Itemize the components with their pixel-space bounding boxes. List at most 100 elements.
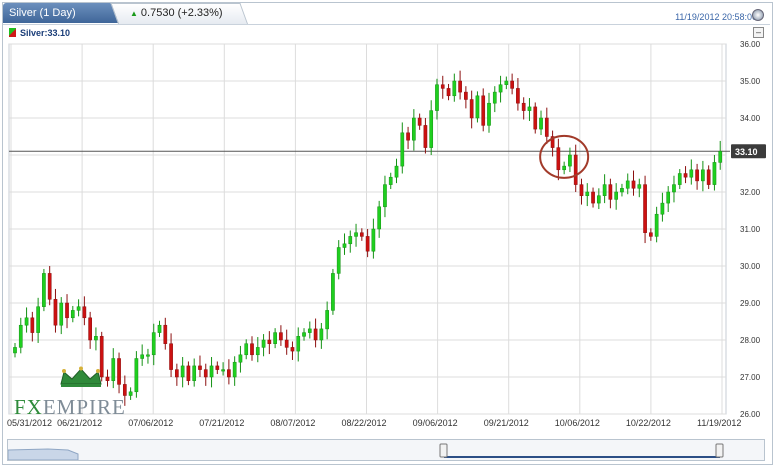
candle-body <box>273 332 277 344</box>
candle-body <box>394 165 399 178</box>
candle-body <box>533 106 538 130</box>
x-tick-label: 07/06/2012 <box>128 418 173 428</box>
candle-body <box>348 236 353 245</box>
y-tick-label: 28.00 <box>740 336 761 345</box>
candle-body <box>336 247 341 274</box>
candle-body <box>302 332 306 337</box>
candle-body <box>209 365 214 378</box>
candle-body <box>429 110 434 148</box>
candle-body <box>296 336 301 352</box>
candle-body <box>440 84 445 89</box>
candle-body <box>221 369 225 372</box>
candle-body <box>186 365 191 381</box>
y-tick-label: 31.00 <box>740 225 761 234</box>
y-tick-label: 26.00 <box>740 410 761 419</box>
candle-body <box>42 273 46 307</box>
candle-body <box>516 88 520 104</box>
navigator-left-handle[interactable] <box>439 443 448 458</box>
navigator-right-handle[interactable] <box>715 443 724 458</box>
candle-body <box>117 358 121 385</box>
x-tick-label: 08/22/2012 <box>342 418 387 428</box>
candle-body <box>65 302 69 319</box>
candle-body <box>695 169 699 182</box>
candle-body <box>76 306 81 311</box>
candle-body <box>388 176 393 185</box>
candle-body <box>13 347 17 354</box>
y-tick-label: 35.00 <box>740 77 761 86</box>
candle-body <box>140 354 145 359</box>
candle-body <box>556 147 561 171</box>
candle-body <box>215 365 220 370</box>
navigator-bar[interactable] <box>7 439 765 461</box>
candle-body <box>666 191 671 204</box>
candle-body <box>464 91 468 100</box>
x-tick-label: 08/07/2012 <box>270 418 315 428</box>
candle-body <box>406 132 410 141</box>
candle-body <box>446 88 451 97</box>
candle-body <box>649 232 653 237</box>
candle-body <box>452 80 457 97</box>
candle-body <box>689 169 694 178</box>
candle-body <box>267 339 272 344</box>
candle-body <box>203 369 208 378</box>
candle-body <box>198 365 202 370</box>
candle-body <box>417 117 422 126</box>
candle-body <box>134 358 139 393</box>
candle-body <box>290 347 295 352</box>
candle-body <box>527 106 532 111</box>
candle-body <box>469 99 474 119</box>
y-tick-label: 30.00 <box>740 262 761 271</box>
candle-body <box>250 343 254 356</box>
candle-body <box>313 328 318 341</box>
x-tick-label: 09/21/2012 <box>484 418 529 428</box>
candle-body <box>238 354 243 363</box>
candle-body <box>423 125 428 148</box>
x-tick-label: 09/06/2012 <box>413 418 458 428</box>
candle-body <box>232 361 237 378</box>
candle-body <box>151 332 156 356</box>
candle-body <box>544 117 549 137</box>
candle-body <box>82 306 87 319</box>
candle-body <box>175 369 179 378</box>
candle-body <box>279 332 283 341</box>
candle-body <box>585 191 590 196</box>
candle-body <box>36 306 40 333</box>
candle-body <box>24 317 29 326</box>
candle-body <box>47 273 52 300</box>
candle-body <box>435 84 439 111</box>
candle-body <box>180 365 185 378</box>
candle-body <box>637 184 642 189</box>
candle-body <box>307 328 312 333</box>
candle-body <box>354 232 358 237</box>
x-tick-label: 07/21/2012 <box>199 418 244 428</box>
candle-body <box>342 243 347 248</box>
candle-body <box>284 339 289 348</box>
candle-body <box>568 154 572 167</box>
y-tick-label: 34.00 <box>740 114 761 123</box>
candle-body <box>122 384 127 396</box>
candle-body <box>359 232 364 237</box>
candle-body <box>377 206 382 230</box>
candle-body <box>521 102 526 111</box>
candle-body <box>614 191 619 200</box>
candle-body <box>706 169 711 185</box>
candle-body <box>163 324 168 344</box>
candle-body <box>169 343 173 370</box>
candle-body <box>111 358 116 381</box>
logo-fx: FX <box>14 395 43 419</box>
candle-body <box>701 169 705 182</box>
candle-body <box>412 117 416 141</box>
candle-body <box>157 324 162 333</box>
candle-body <box>94 336 98 341</box>
candle-body <box>18 324 23 348</box>
candle-body <box>643 184 647 233</box>
candle-body <box>498 84 503 93</box>
candle-body <box>53 299 58 326</box>
candle-body <box>261 339 266 348</box>
candle-body <box>539 117 543 130</box>
candle-body <box>88 317 92 341</box>
candle-body <box>487 102 491 126</box>
candle-body <box>325 310 329 330</box>
candle-body <box>365 236 370 252</box>
y-tick-label: 32.00 <box>740 188 761 197</box>
